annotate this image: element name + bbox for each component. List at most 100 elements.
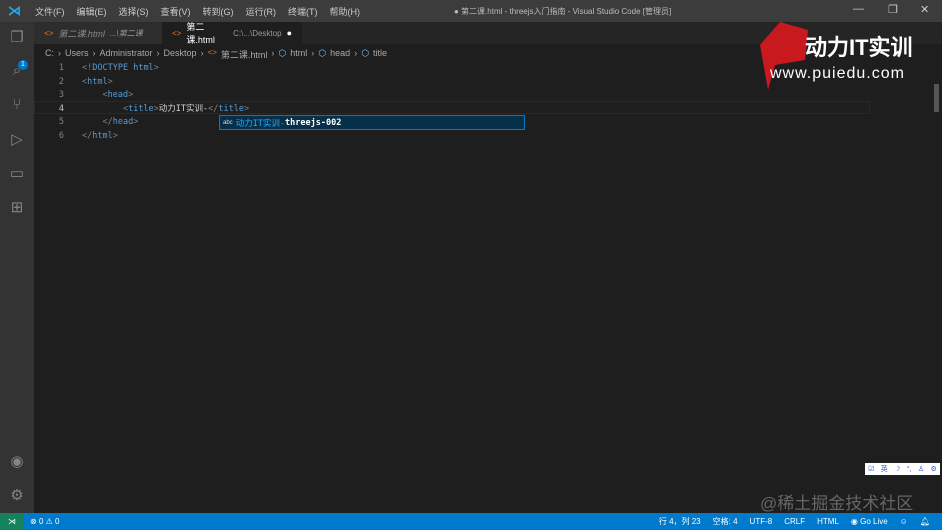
tab-active[interactable]: <> 第二课.html C:\...\Desktop ●: [162, 22, 302, 45]
html-file-icon: <>: [172, 28, 182, 38]
remote-explorer-icon[interactable]: ▭: [7, 164, 27, 184]
code-token: title: [218, 103, 244, 114]
menu-view[interactable]: 查看(V): [155, 5, 197, 18]
code-text: <title>动力IT实训-</title>: [82, 103, 249, 117]
suggestion-widget[interactable]: abc 动力IT实训-threejs-002: [219, 115, 525, 130]
source-control-icon[interactable]: ⑂: [7, 96, 27, 116]
unsaved-dot-icon[interactable]: ●: [287, 28, 292, 38]
minimize-button[interactable]: —: [853, 3, 864, 15]
code-token: html: [92, 130, 113, 141]
ime-user-icon[interactable]: ♙: [918, 465, 924, 473]
html-file-icon: <>: [44, 28, 54, 38]
element-icon: ⬡: [361, 48, 370, 58]
menu-go[interactable]: 转到(G): [197, 5, 240, 18]
restore-button[interactable]: ❐: [888, 3, 898, 16]
notifications-bell-icon[interactable]: 🔔︎: [914, 517, 936, 526]
error-count: 0: [38, 517, 44, 526]
logo-url: www.puiedu.com: [770, 65, 905, 82]
vscode-logo-icon: ⋊: [8, 3, 21, 18]
menu-terminal[interactable]: 终端(T): [282, 5, 324, 18]
ime-toolbar[interactable]: ☑ 英 ☽ °, ♙ ⚙: [865, 463, 940, 475]
code-token: >: [133, 117, 139, 127]
code-line[interactable]: 4 <title>动力IT实训-</title>: [34, 103, 249, 117]
code-token: >: [112, 130, 118, 141]
crumb-title[interactable]: title: [373, 48, 387, 61]
cursor-position[interactable]: 行 4，列 23: [653, 516, 707, 527]
go-live-button[interactable]: ◉ Go Live: [845, 517, 894, 526]
code-line[interactable]: 3 <head>: [34, 89, 133, 103]
menu-file[interactable]: 文件(F): [29, 5, 71, 18]
ime-settings-icon[interactable]: ⚙: [930, 465, 936, 473]
tab-label: 第二课.html: [58, 28, 105, 39]
remote-icon[interactable]: ⋊: [0, 513, 24, 530]
code-token: >: [107, 76, 113, 87]
line-number: 4: [58, 103, 64, 114]
code-token: html: [87, 76, 108, 87]
watermark: @稀土掘金技术社区: [760, 494, 914, 513]
code-editor[interactable]: 1 <!DOCTYPE html> 2 <html> 3 <head> 4 <title>…: [34, 62, 249, 144]
code-line[interactable]: 5 </head>: [34, 116, 138, 130]
language-mode[interactable]: HTML: [811, 517, 845, 526]
settings-gear-icon[interactable]: ⚙: [7, 486, 27, 506]
scrollbar[interactable]: [934, 84, 939, 112]
menu-edit[interactable]: 编辑(E): [71, 5, 113, 18]
line-ending[interactable]: CRLF: [778, 517, 811, 526]
breadcrumb: C: › Users › Administrator › Desktop › <> 第二课…: [45, 48, 388, 61]
encoding[interactable]: UTF-8: [744, 517, 779, 526]
code-token: >: [128, 90, 134, 100]
crumb-drive[interactable]: C:: [45, 48, 54, 61]
code-token: html: [133, 63, 154, 73]
code-token: >: [244, 103, 250, 114]
warning-count: 0: [55, 517, 60, 526]
ime-icon[interactable]: ☑: [868, 465, 874, 473]
code-token: </: [82, 130, 93, 141]
ime-punct-icon[interactable]: °,: [907, 466, 912, 473]
code-line[interactable]: 6 </html>: [34, 130, 118, 144]
code-text: </head>: [82, 116, 138, 130]
ime-lang-icon[interactable]: 英: [881, 464, 888, 474]
close-button[interactable]: ✕: [920, 3, 929, 16]
crumb-html[interactable]: html: [290, 48, 307, 61]
window-title: ● 第二课.html - threejs入门指南 - Visual Studio…: [454, 7, 672, 16]
code-line[interactable]: 2 <html>: [34, 76, 113, 90]
crumb-file[interactable]: 第二课.html: [221, 48, 268, 61]
element-icon: ⬡: [318, 48, 327, 58]
search-icon[interactable]: ⌕: [7, 62, 27, 82]
title-bar: ⋊ 文件(F) 编辑(E) 选择(S) 查看(V) 转到(G) 运行(R) 终端…: [0, 0, 942, 22]
status-bar: ⋊ ⊗ 0 ⚠ 0 行 4，列 23 空格: 4 UTF-8 CRLF HTML…: [0, 513, 942, 530]
code-token: >: [153, 63, 159, 73]
menu-selection[interactable]: 选择(S): [113, 5, 155, 18]
menu-help[interactable]: 帮助(H): [324, 5, 367, 18]
word-suggestion-icon: abc: [223, 119, 233, 126]
crumb-desktop[interactable]: Desktop: [164, 48, 197, 61]
suggestion-match: 动力IT实训-: [235, 118, 286, 129]
account-icon[interactable]: ◉: [7, 452, 27, 472]
tab-path: C:\...\Desktop: [233, 28, 282, 38]
extensions-icon[interactable]: ⊞: [7, 198, 27, 218]
code-text: <html>: [82, 76, 113, 90]
go-live-label: Go Live: [860, 517, 888, 526]
tab-preview[interactable]: <> 第二课.html ...\第二课: [34, 22, 162, 44]
menu-run[interactable]: 运行(R): [240, 5, 283, 18]
activity-bar: ❐ 1 ⌕ ⑂ ▷ ▭ ⊞ ◉ ⚙: [0, 22, 34, 513]
tab-path: ...\第二课: [109, 28, 143, 38]
feedback-icon[interactable]: ☺: [894, 517, 914, 526]
crumb-administrator[interactable]: Administrator: [100, 48, 153, 61]
indentation[interactable]: 空格: 4: [707, 516, 744, 527]
logo-name: 动力IT实训: [805, 35, 913, 60]
crumb-users[interactable]: Users: [65, 48, 89, 61]
tab-label: 第二课.html: [186, 22, 215, 45]
explorer-icon[interactable]: ❐: [7, 28, 27, 48]
crumb-head[interactable]: head: [330, 48, 350, 61]
code-text: <!DOCTYPE html>: [82, 62, 159, 76]
run-debug-icon[interactable]: ▷: [7, 130, 27, 150]
code-line[interactable]: 1 <!DOCTYPE html>: [34, 62, 159, 76]
ime-moon-icon[interactable]: ☽: [894, 465, 900, 473]
code-token: head: [107, 90, 129, 100]
problems-indicator[interactable]: ⊗ 0 ⚠ 0: [24, 517, 65, 526]
line-number: 1: [58, 63, 64, 73]
code-token: </: [102, 117, 113, 127]
element-icon: ⬡: [278, 48, 287, 58]
